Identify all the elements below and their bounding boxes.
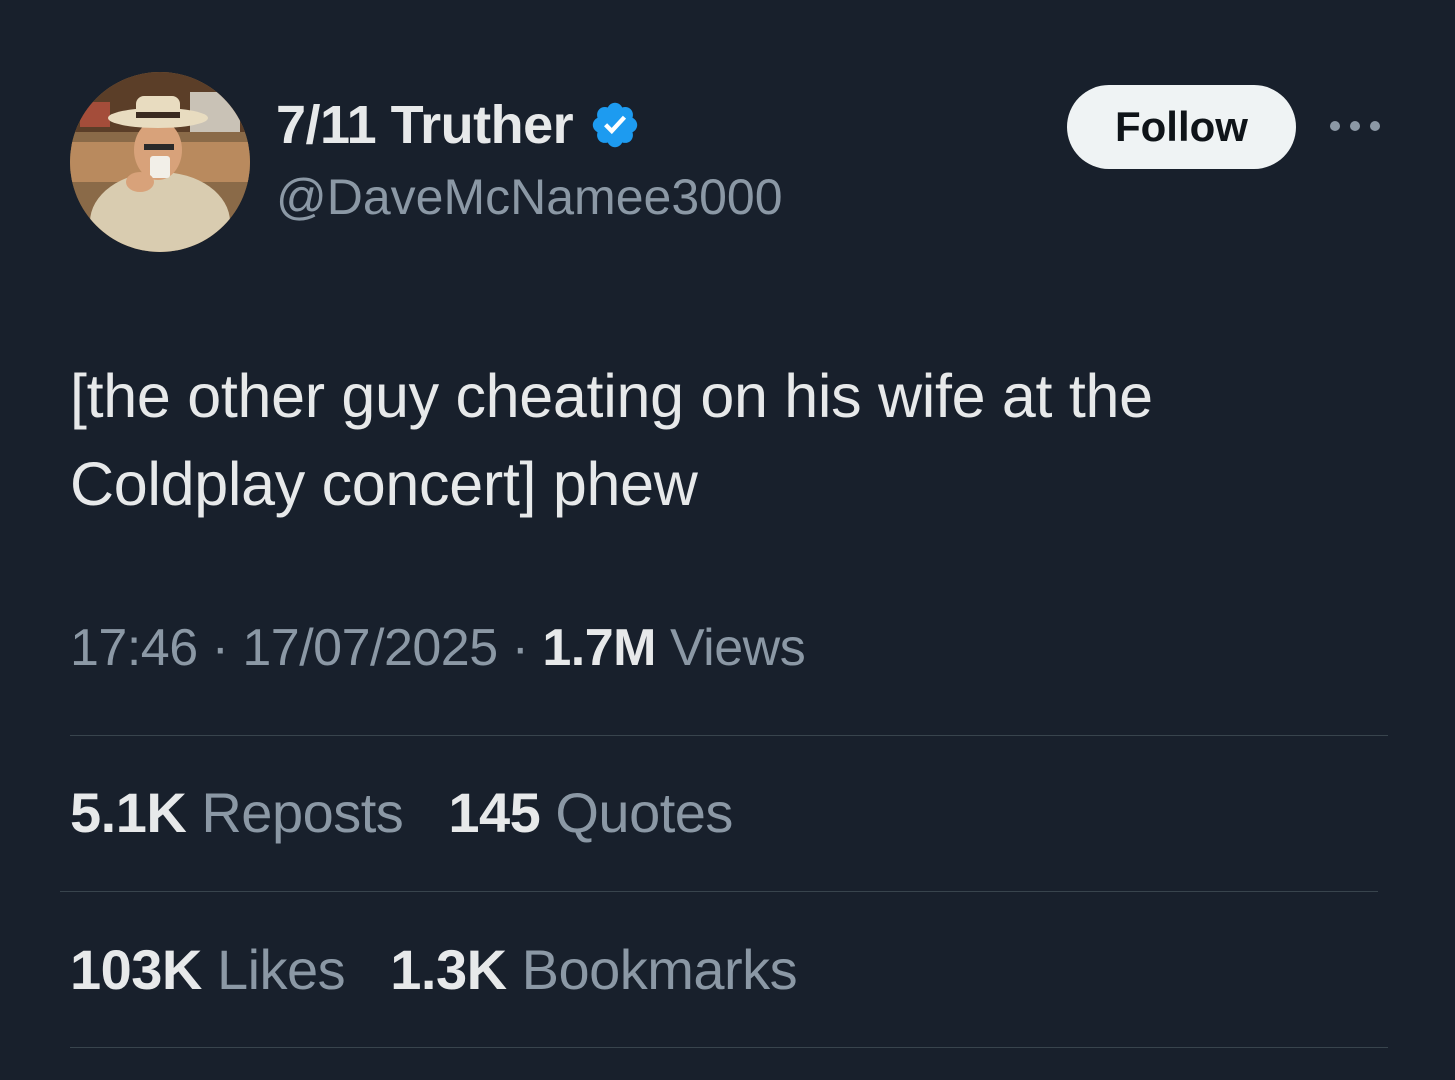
- quotes-stat[interactable]: 145 Quotes: [448, 780, 733, 845]
- divider: [70, 735, 1388, 736]
- engagement-stats-row-2: 103K Likes 1.3K Bookmarks: [70, 937, 827, 1002]
- views-count: 1.7M: [542, 619, 656, 677]
- tweet-date[interactable]: 17/07/2025: [242, 619, 498, 677]
- meta-separator: ·: [211, 619, 229, 677]
- more-icon[interactable]: [1322, 106, 1388, 146]
- tweet-metadata: 17:46 · 17/07/2025 · 1.7M Views: [70, 618, 806, 678]
- avatar[interactable]: [70, 72, 250, 252]
- reposts-label: Reposts: [201, 781, 404, 844]
- likes-label: Likes: [216, 938, 346, 1001]
- tweet-time[interactable]: 17:46: [70, 619, 198, 677]
- divider: [60, 891, 1378, 892]
- likes-count: 103K: [70, 938, 202, 1001]
- divider: [70, 1047, 1388, 1048]
- quotes-count: 145: [448, 781, 541, 844]
- follow-button[interactable]: Follow: [1067, 85, 1296, 169]
- engagement-stats-row-1: 5.1K Reposts 145 Quotes: [70, 780, 763, 845]
- bookmarks-count: 1.3K: [390, 938, 507, 1001]
- verified-badge-icon[interactable]: [589, 99, 641, 151]
- bookmarks-label: Bookmarks: [521, 938, 798, 1001]
- tweet-text: [the other guy cheating on his wife at t…: [70, 362, 1153, 518]
- display-name-row[interactable]: 7/11 Truther: [276, 92, 641, 158]
- user-handle[interactable]: @DaveMcNamee3000: [276, 168, 783, 226]
- meta-separator: ·: [511, 619, 529, 677]
- reposts-count: 5.1K: [70, 781, 187, 844]
- tweet-detail: 7/11 Truther @DaveMcNamee3000 Follow [th…: [0, 0, 1455, 1080]
- display-name[interactable]: 7/11 Truther: [276, 94, 574, 156]
- reposts-stat[interactable]: 5.1K Reposts: [70, 780, 404, 845]
- views-label: Views: [669, 619, 806, 677]
- bookmarks-stat[interactable]: 1.3K Bookmarks: [390, 937, 797, 1002]
- likes-stat[interactable]: 103K Likes: [70, 937, 346, 1002]
- quotes-label: Quotes: [555, 781, 733, 844]
